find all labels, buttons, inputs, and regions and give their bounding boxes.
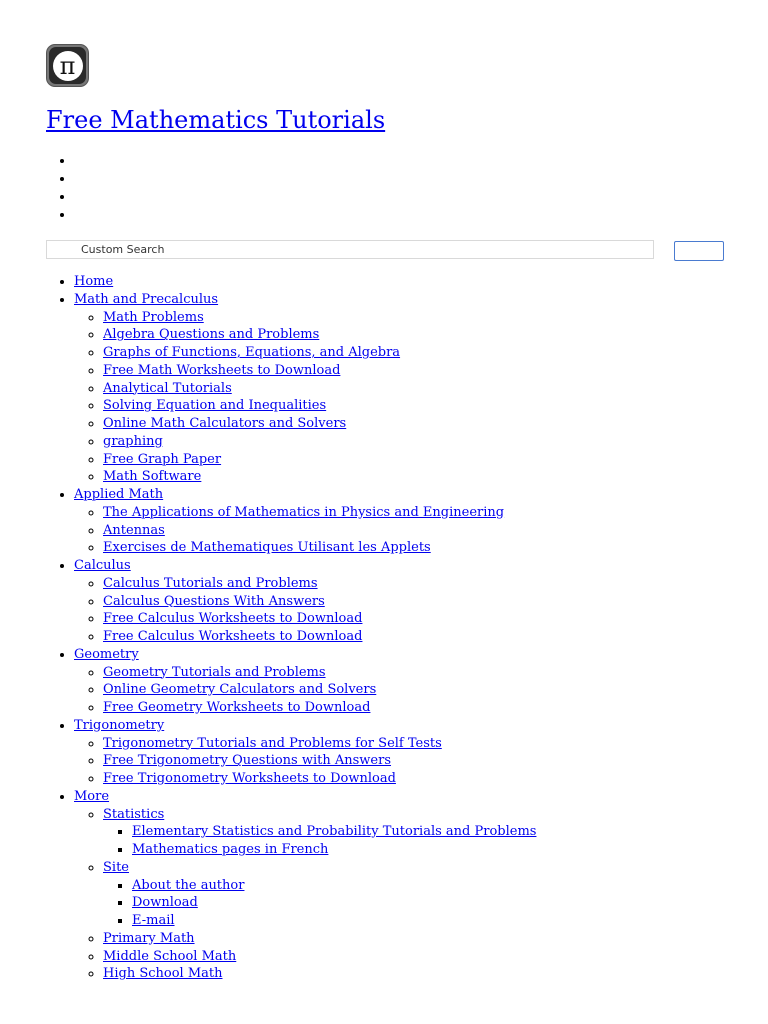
nav-link-statistics[interactable]: Statistics [103,807,164,822]
site-title: Free Mathematics Tutorials [46,104,385,136]
nav-item-home: Home [74,273,536,291]
submenu-link[interactable]: Middle School Math [103,949,236,964]
list-item: Primary Math [103,930,536,948]
nav-link-geometry[interactable]: Geometry [74,647,139,662]
submenu-link[interactable]: Online Geometry Calculators and Solvers [103,682,376,697]
submenu-link[interactable]: Antennas [103,523,165,538]
submenu-link[interactable]: Calculus Questions With Answers [103,594,325,609]
list-item: Analytical Tutorials [103,380,536,398]
nav-link-calculus[interactable]: Calculus [74,558,131,573]
list-item: Middle School Math [103,948,536,966]
main-nav: Home Math and Precalculus Math Problems … [46,273,536,983]
submenu-link[interactable]: Graphs of Functions, Equations, and Alge… [103,345,400,360]
submenu-link[interactable]: E-mail [132,913,175,928]
submenu-link[interactable]: The Applications of Mathematics in Physi… [103,505,504,520]
submenu-link[interactable]: Elementary Statistics and Probability Tu… [132,824,536,839]
nav-link-site[interactable]: Site [103,860,129,875]
list-item: Mathematics pages in French [132,841,536,859]
site-title-link[interactable]: Free Mathematics Tutorials [46,106,385,134]
submenu-link[interactable]: Analytical Tutorials [103,381,232,396]
nav-link-more[interactable]: More [74,789,109,804]
submenu-link[interactable]: Math Problems [103,310,204,325]
submenu-link[interactable]: Math Software [103,469,201,484]
list-item: Free Trigonometry Worksheets to Download [103,770,536,788]
list-item: Online Math Calculators and Solvers [103,415,536,433]
submenu-math-precalculus: Math Problems Algebra Questions and Prob… [74,309,536,487]
nav-link-math-precalculus[interactable]: Math and Precalculus [74,292,218,307]
submenu-link[interactable]: Calculus Tutorials and Problems [103,576,318,591]
submenu-link[interactable]: Trigonometry Tutorials and Problems for … [103,736,442,751]
nav-item-more: More Statistics Elementary Statistics an… [74,788,536,983]
site-logo[interactable]: π [46,44,89,87]
submenu-link[interactable]: Free Calculus Worksheets to Download [103,629,362,644]
submenu-link[interactable]: Free Calculus Worksheets to Download [103,611,362,626]
submenu-link[interactable]: Free Graph Paper [103,452,221,467]
submenu-link[interactable]: Geometry Tutorials and Problems [103,665,326,680]
list-item: High School Math [103,965,536,983]
search-button[interactable] [674,241,724,261]
list-item: Trigonometry Tutorials and Problems for … [103,735,536,753]
list-item: Geometry Tutorials and Problems [103,664,536,682]
list-item: Download [132,894,536,912]
list-item: Math Problems [103,309,536,327]
list-item: Solving Equation and Inequalities [103,397,536,415]
list-item: Algebra Questions and Problems [103,326,536,344]
nav-item-site: Site About the author Download E-mail [103,859,536,930]
submenu-link[interactable]: Exercises de Mathematiques Utilisant les… [103,540,431,555]
list-item: Online Geometry Calculators and Solvers [103,681,536,699]
list-item: Free Trigonometry Questions with Answers [103,752,536,770]
submenu-link[interactable]: graphing [103,434,163,449]
submenu-link[interactable]: Online Math Calculators and Solvers [103,416,346,431]
submenu-calculus: Calculus Tutorials and Problems Calculus… [74,575,536,646]
submenu-link[interactable]: Algebra Questions and Problems [103,327,319,342]
list-item: Free Geometry Worksheets to Download [103,699,536,717]
list-item: Calculus Questions With Answers [103,593,536,611]
list-item: graphing [103,433,536,451]
empty-menu [46,152,74,224]
list-item: Antennas [103,522,536,540]
list-item: The Applications of Mathematics in Physi… [103,504,536,522]
list-item: Graphs of Functions, Equations, and Alge… [103,344,536,362]
submenu-link[interactable]: Free Geometry Worksheets to Download [103,700,370,715]
submenu-trigonometry: Trigonometry Tutorials and Problems for … [74,735,536,788]
nav-item-math-precalculus: Math and Precalculus Math Problems Algeb… [74,291,536,486]
list-item: About the author [132,877,536,895]
submenu-site: About the author Download E-mail [103,877,536,930]
search-input[interactable] [46,240,654,259]
nav-item-calculus: Calculus Calculus Tutorials and Problems… [74,557,536,646]
pi-glyph: π [52,50,83,81]
list-item: Free Calculus Worksheets to Download [103,628,536,646]
submenu-more: Statistics Elementary Statistics and Pro… [74,806,536,984]
nav-item-geometry: Geometry Geometry Tutorials and Problems… [74,646,536,717]
submenu-link[interactable]: Free Math Worksheets to Download [103,363,340,378]
list-item: Free Math Worksheets to Download [103,362,536,380]
pi-icon: π [49,47,86,84]
submenu-link[interactable]: Free Trigonometry Worksheets to Download [103,771,396,786]
list-item: Elementary Statistics and Probability Tu… [132,823,536,841]
submenu-statistics: Elementary Statistics and Probability Tu… [103,823,536,859]
submenu-link[interactable]: About the author [132,878,244,893]
list-item: Exercises de Mathematiques Utilisant les… [103,539,536,557]
submenu-link[interactable]: Solving Equation and Inequalities [103,398,326,413]
list-item: Math Software [103,468,536,486]
submenu-geometry: Geometry Tutorials and Problems Online G… [74,664,536,717]
list-item: E-mail [132,912,536,930]
nav-link-applied-math[interactable]: Applied Math [74,487,163,502]
list-item: Free Graph Paper [103,451,536,469]
nav-item-applied-math: Applied Math The Applications of Mathema… [74,486,536,557]
nav-item-statistics: Statistics Elementary Statistics and Pro… [103,806,536,859]
submenu-link[interactable]: Mathematics pages in French [132,842,328,857]
submenu-applied-math: The Applications of Mathematics in Physi… [74,504,536,557]
submenu-link[interactable]: Primary Math [103,931,195,946]
nav-link-trigonometry[interactable]: Trigonometry [74,718,164,733]
nav-link-home[interactable]: Home [74,274,113,289]
submenu-link[interactable]: High School Math [103,966,222,981]
list-item: Calculus Tutorials and Problems [103,575,536,593]
submenu-link[interactable]: Free Trigonometry Questions with Answers [103,753,391,768]
submenu-link[interactable]: Download [132,895,198,910]
nav-item-trigonometry: Trigonometry Trigonometry Tutorials and … [74,717,536,788]
list-item: Free Calculus Worksheets to Download [103,610,536,628]
